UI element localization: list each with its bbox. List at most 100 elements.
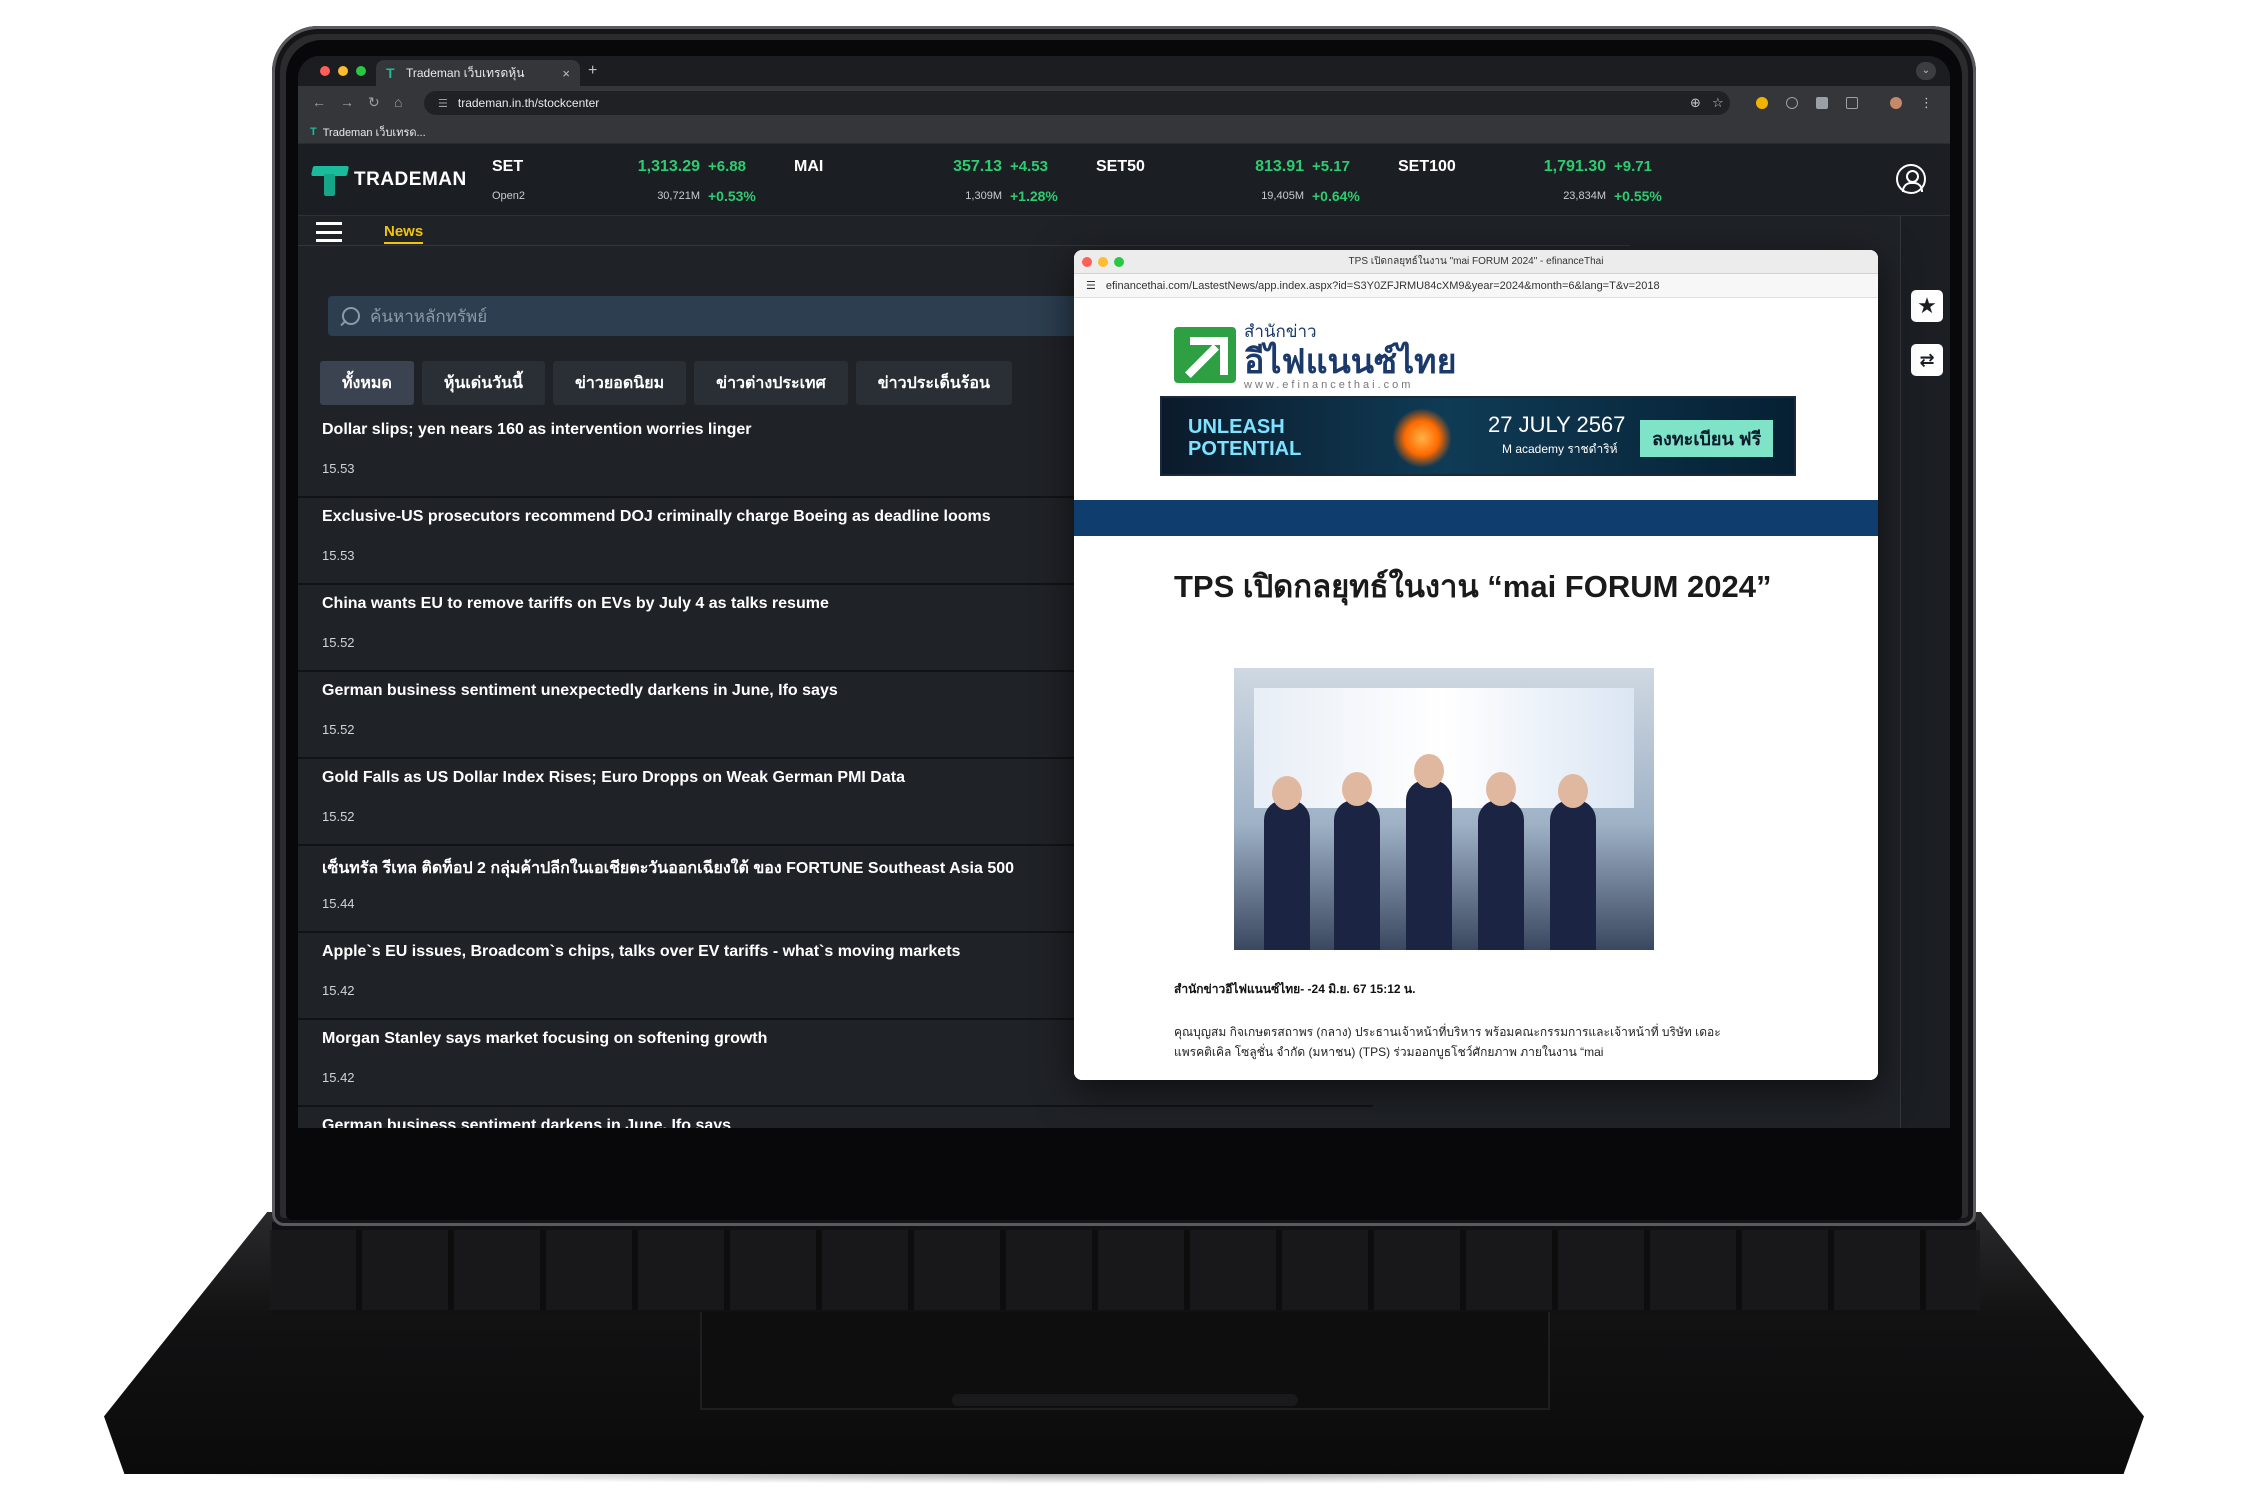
filter-top-stocks[interactable]: หุ้นเด่นวันนี้ xyxy=(421,361,545,405)
news-title: German business sentiment darkens in Jun… xyxy=(322,1117,732,1128)
market-status: Open2 xyxy=(492,190,526,202)
lid-notch xyxy=(952,1394,1298,1406)
news-time: 15.44 xyxy=(322,896,355,911)
close-window-button[interactable] xyxy=(320,66,330,76)
person-figure xyxy=(1550,800,1596,950)
address-bar[interactable]: ☰ trademan.in.th/stockcenter xyxy=(424,91,1730,115)
extension-icon[interactable] xyxy=(1756,97,1768,109)
laptop-mockup: T Trademan เว็บเทรดหุ้น × + ⌄ ← → ↻ ⌂ ☰ … xyxy=(0,0,2250,1500)
site-nav-bar xyxy=(1074,500,1878,536)
index-set[interactable]: SET Open2 1,313.29 +6.88 30,721M +0.53% xyxy=(492,144,792,216)
extension-icon[interactable] xyxy=(1816,97,1828,109)
news-time: 15.42 xyxy=(322,983,355,998)
news-title: China wants EU to remove tariffs on EVs … xyxy=(322,595,829,612)
tab-search-button[interactable]: ⌄ xyxy=(1916,62,1936,80)
index-name: SET100 xyxy=(1398,158,1456,175)
article-title: TPS เปิดกลยุทธ์ในงาน “mai FORUM 2024” xyxy=(1174,569,1772,604)
list-item[interactable]: German business sentiment darkens in Jun… xyxy=(298,1107,1373,1128)
index-volume: 1,309M xyxy=(965,190,1002,202)
efinance-logo-icon xyxy=(1174,326,1236,383)
bookmark-item[interactable]: Trademan เว็บเทรด... xyxy=(323,123,426,141)
zoom-window-button[interactable] xyxy=(356,66,366,76)
index-change: +6.88 xyxy=(708,158,746,175)
index-set100[interactable]: SET100 1,791.30 +9.71 23,834M +0.55% xyxy=(1398,144,1698,216)
reload-icon[interactable]: ↻ xyxy=(368,94,380,111)
news-time: 15.52 xyxy=(322,722,355,737)
screen: T Trademan เว็บเทรดหุ้น × + ⌄ ← → ↻ ⌂ ☰ … xyxy=(298,56,1950,1128)
index-mai[interactable]: MAI 357.13 +4.53 1,309M +1.28% xyxy=(794,144,1094,216)
article-photo xyxy=(1234,668,1654,950)
news-title: Morgan Stanley says market focusing on s… xyxy=(322,1030,768,1047)
zoom-icon[interactable]: ⊕ xyxy=(1690,95,1701,111)
site-settings-icon[interactable]: ☰ xyxy=(438,97,448,110)
tab-news[interactable]: News xyxy=(384,223,424,244)
banner-headline: UNLEASH POTENTIAL xyxy=(1188,416,1302,460)
popup-address-bar[interactable]: ☰ efinancethai.com/LastestNews/app.index… xyxy=(1074,274,1878,298)
person-figure xyxy=(1334,800,1380,950)
back-arrow-icon[interactable]: ← xyxy=(312,94,326,110)
banner-date: 27 JULY 2567 xyxy=(1488,412,1626,437)
popup-titlebar: TPS เปิดกลยุทธ์ในงาน "mai FORUM 2024" - … xyxy=(1074,250,1878,274)
person-head xyxy=(1558,774,1588,808)
person-figure xyxy=(1264,800,1310,950)
popup-title: TPS เปิดกลยุทธ์ในงาน "mai FORUM 2024" - … xyxy=(1348,256,1604,267)
swap-arrows-icon[interactable]: ⇄ xyxy=(1911,344,1943,376)
article-page: สำนักข่าว อีไฟแนนซ์ไทย www.efinancethai.… xyxy=(1074,298,1878,1080)
news-time: 15.52 xyxy=(322,635,355,650)
filter-popular[interactable]: ข่าวยอดนิยม xyxy=(552,361,687,405)
index-percent: +0.53% xyxy=(708,188,756,204)
ad-banner[interactable]: UNLEASH POTENTIAL 27 JULY 2567 M academy … xyxy=(1160,396,1796,476)
person-head xyxy=(1272,776,1302,810)
kebab-menu-icon[interactable]: ⋮ xyxy=(1920,95,1933,111)
filter-international[interactable]: ข่าวต่างประเทศ xyxy=(694,361,848,405)
extension-icon[interactable] xyxy=(1786,97,1798,109)
person-head xyxy=(1486,772,1516,806)
keyboard xyxy=(270,1230,1980,1310)
trademan-logo[interactable]: TRADEMAN xyxy=(310,164,467,196)
news-title: Apple`s EU issues, Broadcom`s chips, tal… xyxy=(322,943,961,960)
index-value: 1,791.30 xyxy=(1543,158,1606,175)
efinancethai-logo[interactable]: สำนักข่าว อีไฟแนนซ์ไทย www.efinancethai.… xyxy=(1174,318,1457,391)
index-set50[interactable]: SET50 813.91 +5.17 19,405M +0.64% xyxy=(1096,144,1396,216)
logo-small-text: สำนักข่าว xyxy=(1244,322,1317,341)
article-byline: สำนักข่าวอีไฟแนนซ์ไทย- -24 มิ.ย. 67 15:1… xyxy=(1174,982,1416,996)
person-figure xyxy=(1406,780,1452,950)
extensions-puzzle-icon[interactable] xyxy=(1846,97,1858,109)
user-profile-icon[interactable] xyxy=(1896,164,1926,194)
trademan-favicon-icon: T xyxy=(386,65,395,81)
index-change: +4.53 xyxy=(1010,158,1048,175)
site-settings-icon[interactable]: ☰ xyxy=(1086,279,1096,292)
index-value: 813.91 xyxy=(1255,158,1304,175)
index-name: SET50 xyxy=(1096,158,1145,175)
index-percent: +1.28% xyxy=(1010,188,1058,204)
sub-navigation: News xyxy=(298,216,1630,246)
person-figure xyxy=(1478,800,1524,950)
filter-all[interactable]: ทั้งหมด xyxy=(320,361,414,405)
zoom-window-button[interactable] xyxy=(1114,257,1124,267)
avatar[interactable] xyxy=(1890,97,1902,109)
register-button[interactable]: ลงทะเบียน ฟรี xyxy=(1640,420,1774,457)
index-name: MAI xyxy=(794,158,824,175)
article-popup-window: TPS เปิดกลยุทธ์ในงาน "mai FORUM 2024" - … xyxy=(1074,250,1878,1080)
favorites-star-icon[interactable]: ★ xyxy=(1911,290,1943,322)
search-icon xyxy=(342,307,360,325)
forward-arrow-icon[interactable]: → xyxy=(340,94,354,110)
address-bar-url: trademan.in.th/stockcenter xyxy=(457,96,600,110)
news-title: German business sentiment unexpectedly d… xyxy=(322,682,838,699)
banner-venue: M academy ราชดำริห์ xyxy=(1502,442,1618,456)
hamburger-menu-icon[interactable] xyxy=(316,222,342,242)
browser-tab[interactable]: T Trademan เว็บเทรดหุ้น × xyxy=(376,60,580,86)
minimize-window-button[interactable] xyxy=(338,66,348,76)
new-tab-button[interactable]: + xyxy=(588,62,597,80)
index-volume: 30,721M xyxy=(657,190,700,202)
index-change: +5.17 xyxy=(1312,158,1350,175)
close-window-button[interactable] xyxy=(1082,257,1092,267)
filter-hot-topics[interactable]: ข่าวประเด็นร้อน xyxy=(855,361,1012,405)
minimize-window-button[interactable] xyxy=(1098,257,1108,267)
tab-close-icon[interactable]: × xyxy=(562,66,570,81)
news-title: เซ็นทรัล รีเทล ติดท็อป 2 กลุ่มค้าปลีกในเ… xyxy=(322,860,1015,877)
bookmark-star-icon[interactable]: ☆ xyxy=(1712,95,1724,111)
home-icon[interactable]: ⌂ xyxy=(394,94,402,110)
person-head xyxy=(1342,772,1372,806)
news-filters: ทั้งหมด หุ้นเด่นวันนี้ ข่าวยอดนิยม ข่าวต… xyxy=(320,361,1012,405)
